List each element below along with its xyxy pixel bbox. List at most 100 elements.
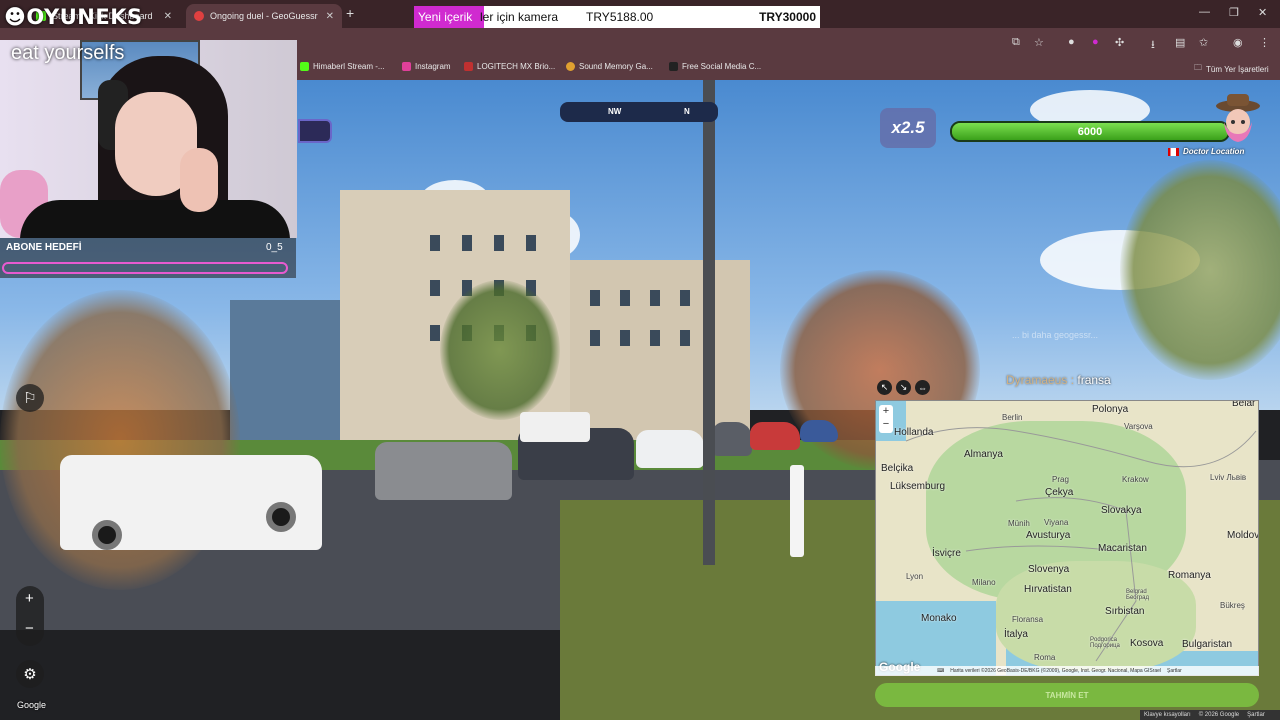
car (750, 422, 800, 450)
map-label-country: Romanya (1168, 570, 1211, 581)
chat-ghost-message: ... bi daha geogessr... (1012, 330, 1099, 340)
pin-map-icon[interactable]: ⇔ (915, 380, 930, 395)
map-label-country: Avusturya (1026, 530, 1071, 541)
tab-geoguessr[interactable]: Ongoing duel - GeoGuessr ✕ (186, 4, 342, 28)
close-tab-icon[interactable]: ✕ (326, 11, 334, 22)
instagram-icon (402, 62, 411, 71)
donation-goal-banner: Yeni içerik ler için kamera TRY5188.00 T… (414, 6, 820, 28)
map-label-city: Floransa (1012, 615, 1044, 624)
keyboard-icon[interactable]: ⌨ (937, 668, 944, 674)
map-label-country: İsviçre (932, 548, 961, 559)
map-size-controls: ↖ ↘ ⇔ (877, 380, 930, 395)
webcam-overlay (0, 40, 297, 238)
new-tab-button[interactable]: + (346, 5, 354, 21)
compass: NW N (560, 102, 718, 122)
close-tab-icon[interactable]: ✕ (164, 11, 172, 22)
logitech-icon (464, 62, 473, 71)
bookmark-item[interactable]: Instagram (402, 62, 451, 71)
map-label-city: Berlin (1002, 413, 1023, 422)
player-avatar (1216, 94, 1260, 142)
compass-direction-nw: NW (608, 107, 622, 116)
bookmark-label: LOGITECH MX Brio... (477, 62, 556, 71)
map-label-country: Macaristan (1098, 543, 1147, 554)
bookmark-item[interactable]: Sound Memory Ga... (566, 62, 653, 71)
expand-map-icon[interactable]: ↖ (877, 380, 892, 395)
social-icon (669, 62, 678, 71)
van (520, 412, 590, 442)
download-icon[interactable]: ⭳ (1151, 36, 1155, 55)
folder-label: Tüm Yer İşaretleri (1206, 64, 1269, 74)
kick-icon (300, 62, 309, 71)
map-label-city: Münih (1008, 519, 1030, 528)
banner-highlight: Yeni içerik (414, 6, 484, 28)
bookmark-star-icon[interactable]: ☆ (1034, 36, 1044, 49)
player-name-label: Doctor Location (1168, 147, 1244, 156)
guess-map[interactable]: Polonya Hollanda Almanya Belçika Lüksemb… (875, 400, 1259, 676)
bookmark-label: Sound Memory Ga... (579, 62, 653, 71)
geoguessr-icon (194, 11, 204, 21)
folder-icon: 🗀 (1194, 63, 1202, 72)
zoom-out-icon[interactable]: − (25, 620, 34, 637)
bookmark-item[interactable]: Himaberl Stream -... (300, 62, 385, 71)
copyright-text: © 2026 Google (1198, 712, 1240, 718)
report-flag-button[interactable]: ⚐ (16, 384, 44, 412)
bookmark-item[interactable]: Free Social Media C... (669, 62, 761, 71)
map-label-city: Viyana (1044, 518, 1069, 527)
gear-icon: ⚙ (23, 666, 37, 683)
health-value: 6000 (1077, 125, 1103, 138)
bookmark-label: Instagram (415, 62, 451, 71)
install-icon[interactable]: ⧉ (1012, 36, 1020, 49)
map-label-city: Belgrad Београд (1126, 589, 1149, 601)
channel-logo: ☻OYUNEKS (4, 5, 143, 29)
street-zoom-controls: + − (16, 586, 44, 646)
guess-button[interactable]: TAHMİN ET (875, 683, 1259, 707)
menu-icon[interactable]: ⋮ (1259, 36, 1270, 49)
close-window-icon[interactable]: ✕ (1258, 6, 1267, 19)
map-label-city: Podgorica Подгорица (1090, 637, 1120, 649)
streetview-footer: Klavye kısayolları © 2026 Google Şartlar (1140, 710, 1280, 720)
extension-icon[interactable]: ● (1068, 36, 1075, 48)
sub-goal-bar (2, 262, 288, 274)
map-label-city: Bükreş (1220, 601, 1245, 610)
bookmark-item[interactable]: LOGITECH MX Brio... (464, 62, 555, 71)
map-label-country: İtalya (1004, 629, 1028, 640)
player-health-bar: 6000 (950, 121, 1230, 142)
map-label-country: Slovakya (1101, 505, 1142, 516)
map-zoom-controls: + − (879, 405, 893, 433)
sub-goal-count: 0_5 (266, 242, 283, 253)
banner-amount: TRY5188.00 (586, 10, 654, 24)
keyboard-shortcuts-link[interactable]: Klavye kısayolları (1144, 712, 1191, 718)
zoom-in-icon[interactable]: + (25, 590, 34, 607)
map-label-country: Kosova (1130, 638, 1164, 649)
minimize-icon[interactable]: — (1199, 6, 1210, 18)
tree (440, 280, 560, 420)
favorites-icon[interactable]: ✩ (1199, 36, 1208, 49)
banner-goal: TRY30000 (759, 10, 816, 24)
map-label-country: Belçika (881, 463, 914, 474)
extension-icon[interactable]: ● (1092, 36, 1099, 48)
map-zoom-in-icon[interactable]: + (879, 405, 893, 418)
player-name: Doctor Location (1183, 147, 1245, 156)
terms-link[interactable]: Şartlar (1247, 712, 1265, 718)
map-label-city: Milano (972, 578, 996, 587)
restore-icon[interactable]: ❐ (1229, 6, 1239, 19)
shrink-map-icon[interactable]: ↘ (896, 380, 911, 395)
map-terms-link[interactable]: Şartlar (1167, 668, 1182, 674)
opponent-panel-tab[interactable] (298, 119, 332, 143)
map-label-country: Hollanda (894, 427, 934, 438)
map-zoom-out-icon[interactable]: − (879, 418, 893, 431)
extensions-puzzle-icon[interactable]: ✣ (1115, 36, 1124, 49)
reading-list-icon[interactable]: ▤ (1175, 36, 1185, 49)
chat-message: Dyramaeus : fransa (1006, 373, 1111, 387)
settings-button[interactable]: ⚙ (16, 660, 44, 688)
all-bookmarks-folder[interactable]: 🗀 Tüm Yer İşaretleri (1194, 62, 1269, 76)
profile-avatar[interactable]: ◉ (1233, 36, 1243, 49)
map-label-city: Roma (1034, 653, 1056, 662)
map-label-country: Sırbistan (1105, 606, 1145, 617)
google-watermark: Google (17, 700, 47, 710)
map-label-country: Polonya (1092, 404, 1129, 415)
map-label-city: Lviv Львів (1210, 473, 1247, 482)
building (570, 260, 750, 440)
canada-flag-icon (1168, 147, 1179, 156)
map-label-city: Varşova (1124, 422, 1153, 431)
